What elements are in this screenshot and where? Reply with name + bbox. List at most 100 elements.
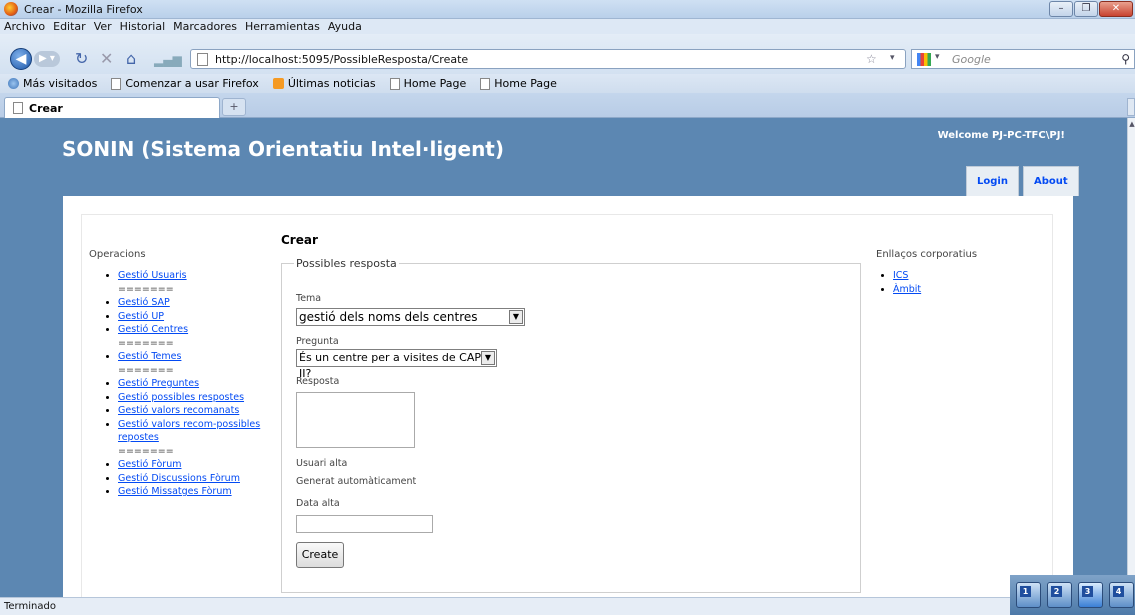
nav-separator: ======= bbox=[118, 283, 174, 295]
scroll-up-icon[interactable]: ▲ bbox=[1128, 120, 1135, 130]
menu-editar[interactable]: Editar bbox=[53, 20, 86, 33]
nav-item-missatges-forum: Gestió Missatges Fòrum bbox=[118, 485, 279, 499]
data-alta-label: Data alta bbox=[296, 498, 340, 509]
tema-label: Tema bbox=[296, 293, 322, 304]
chevron-down-icon[interactable]: ▼ bbox=[481, 351, 495, 365]
menu-ver[interactable]: Ver bbox=[94, 20, 112, 33]
signal-icon: ▂▄▆ bbox=[154, 53, 182, 67]
bookmark-ultimas-noticias[interactable]: Últimas noticias bbox=[272, 77, 376, 90]
window-titlebar: Crear - Mozilla Firefox – ❐ ✕ bbox=[0, 0, 1135, 19]
desktop-3-icon[interactable]: 3 bbox=[1078, 582, 1103, 608]
chevron-down-icon[interactable]: ▼ bbox=[509, 310, 523, 324]
nav-item-up: Gestió UP bbox=[118, 310, 279, 324]
nav-item-temes: Gestió Temes bbox=[118, 350, 279, 364]
bookmark-label: Comenzar a usar Firefox bbox=[125, 77, 259, 90]
firefox-icon bbox=[4, 2, 18, 16]
page-icon bbox=[480, 77, 491, 90]
search-placeholder: Google bbox=[952, 52, 991, 66]
stop-icon[interactable]: ✕ bbox=[100, 49, 113, 68]
menu-ayuda[interactable]: Ayuda bbox=[328, 20, 362, 33]
about-link[interactable]: About bbox=[1022, 166, 1079, 196]
nav-item-possibles-respostes: Gestió possibles respostes bbox=[118, 391, 279, 405]
resposta-textarea[interactable] bbox=[296, 392, 415, 448]
nav-link[interactable]: Gestió possibles respostes bbox=[118, 392, 244, 403]
page-heading: Crear bbox=[281, 233, 318, 247]
tab-crear[interactable]: Crear bbox=[4, 97, 220, 118]
nav-link[interactable]: Gestió Centres bbox=[118, 324, 188, 335]
url-dropdown-icon[interactable]: ▾ bbox=[890, 53, 895, 63]
search-magnifier-icon[interactable]: ⚲ bbox=[1121, 52, 1130, 66]
tab-label: Crear bbox=[29, 101, 63, 115]
search-bar[interactable]: ▾ Google ⚲ bbox=[911, 49, 1135, 69]
back-arrow-icon[interactable]: ◀ bbox=[10, 48, 32, 70]
page-icon bbox=[197, 53, 208, 66]
content-area: Crear Possibles resposta Tema gestió del… bbox=[281, 233, 863, 593]
desktop-4-icon[interactable]: 4 bbox=[1109, 582, 1134, 608]
menu-archivo[interactable]: Archivo bbox=[4, 20, 45, 33]
desktop-number: 2 bbox=[1051, 586, 1062, 597]
nav-link[interactable]: Gestió Missatges Fòrum bbox=[118, 486, 232, 497]
nav-link[interactable]: Gestió valors recomanats bbox=[118, 405, 239, 416]
nav-separator: ======= bbox=[118, 337, 174, 349]
bookmark-comenzar[interactable]: Comenzar a usar Firefox bbox=[111, 77, 259, 90]
page-icon bbox=[389, 77, 400, 90]
minimize-button[interactable]: – bbox=[1049, 1, 1073, 17]
nav-link[interactable]: Gestió UP bbox=[118, 311, 164, 322]
site-menu: Login About bbox=[966, 166, 1079, 196]
bookmark-home-page-1[interactable]: Home Page bbox=[389, 77, 467, 90]
bookmark-home-page-2[interactable]: Home Page bbox=[480, 77, 557, 90]
nav-item-centres: Gestió Centres bbox=[118, 323, 279, 337]
bookmark-label: Home Page bbox=[403, 77, 467, 90]
menu-historial[interactable]: Historial bbox=[120, 20, 165, 33]
bookmark-label: Más visitados bbox=[23, 77, 98, 90]
nav-link[interactable]: Àmbit bbox=[893, 284, 921, 295]
possible-answer-fieldset: Possibles resposta Tema gestió dels noms… bbox=[281, 257, 861, 593]
nav-link[interactable]: Gestió SAP bbox=[118, 297, 170, 308]
bookmark-label: Home Page bbox=[494, 77, 557, 90]
maximize-button[interactable]: ❐ bbox=[1074, 1, 1098, 17]
menu-herramientas[interactable]: Herramientas bbox=[245, 20, 320, 33]
window-controls: – ❐ ✕ bbox=[1049, 1, 1133, 17]
home-icon[interactable]: ⌂ bbox=[126, 49, 136, 68]
create-button[interactable]: Create bbox=[296, 542, 344, 568]
desktop-number: 3 bbox=[1082, 586, 1093, 597]
page-icon bbox=[13, 102, 23, 114]
desktop-1-icon[interactable]: 1 bbox=[1016, 582, 1041, 608]
left-nav: Operacions Gestió Usuaris ======= Gestió… bbox=[89, 249, 279, 499]
menu-bar: Archivo Editar Ver Historial Marcadores … bbox=[0, 19, 1135, 34]
nav-separator: ======= bbox=[118, 364, 174, 376]
nav-link[interactable]: Gestió Discussions Fòrum bbox=[118, 473, 240, 484]
nav-item-forum: Gestió Fòrum bbox=[118, 458, 279, 472]
bookmark-label: Últimas noticias bbox=[287, 77, 376, 90]
bookmark-mas-visitados[interactable]: Más visitados bbox=[8, 77, 97, 90]
url-bar[interactable]: http://localhost:5095/PossibleResposta/C… bbox=[190, 49, 906, 69]
nav-link[interactable]: Gestió Preguntes bbox=[118, 378, 199, 389]
search-engine-dropdown-icon[interactable]: ▾ bbox=[935, 52, 940, 62]
nav-link[interactable]: Gestió Temes bbox=[118, 351, 181, 362]
menu-marcadores[interactable]: Marcadores bbox=[173, 20, 237, 33]
forward-arrow-icon[interactable]: ▶ ▾ bbox=[34, 51, 60, 67]
nav-link[interactable]: ICS bbox=[893, 270, 908, 281]
desktop-switcher: 1 2 3 4 bbox=[1010, 575, 1135, 615]
new-tab-button[interactable]: + bbox=[222, 98, 246, 116]
bookmark-star-icon[interactable]: ☆ bbox=[866, 52, 877, 66]
nav-link[interactable]: Gestió Usuaris bbox=[118, 270, 187, 281]
tab-bar: Crear + bbox=[0, 93, 1135, 118]
nav-link[interactable]: Gestió Fòrum bbox=[118, 459, 181, 470]
page-scrollbar[interactable]: ▲ ▼ bbox=[1127, 118, 1135, 597]
pregunta-select[interactable]: És un centre per a visites de CAP II? ▼ bbox=[296, 349, 497, 380]
nav-separator: ======= bbox=[118, 445, 174, 457]
login-link[interactable]: Login bbox=[966, 166, 1019, 196]
desktop-2-icon[interactable]: 2 bbox=[1047, 582, 1072, 608]
reload-icon[interactable]: ↻ bbox=[75, 49, 88, 68]
nav-link[interactable]: Gestió valors recom-possibles repostes bbox=[118, 419, 260, 444]
close-button[interactable]: ✕ bbox=[1099, 1, 1133, 17]
data-alta-input[interactable] bbox=[296, 515, 433, 533]
nav-item-usuaris: Gestió Usuaris bbox=[118, 269, 279, 283]
nav-item-discussions-forum: Gestió Discussions Fòrum bbox=[118, 472, 279, 486]
corporate-link-ics: ICS bbox=[893, 269, 1036, 283]
pregunta-label: Pregunta bbox=[296, 336, 339, 347]
tab-scroll-button[interactable] bbox=[1127, 98, 1135, 116]
desktop-number: 4 bbox=[1113, 586, 1124, 597]
tema-select[interactable]: gestió dels noms dels centres ▼ bbox=[296, 308, 525, 326]
